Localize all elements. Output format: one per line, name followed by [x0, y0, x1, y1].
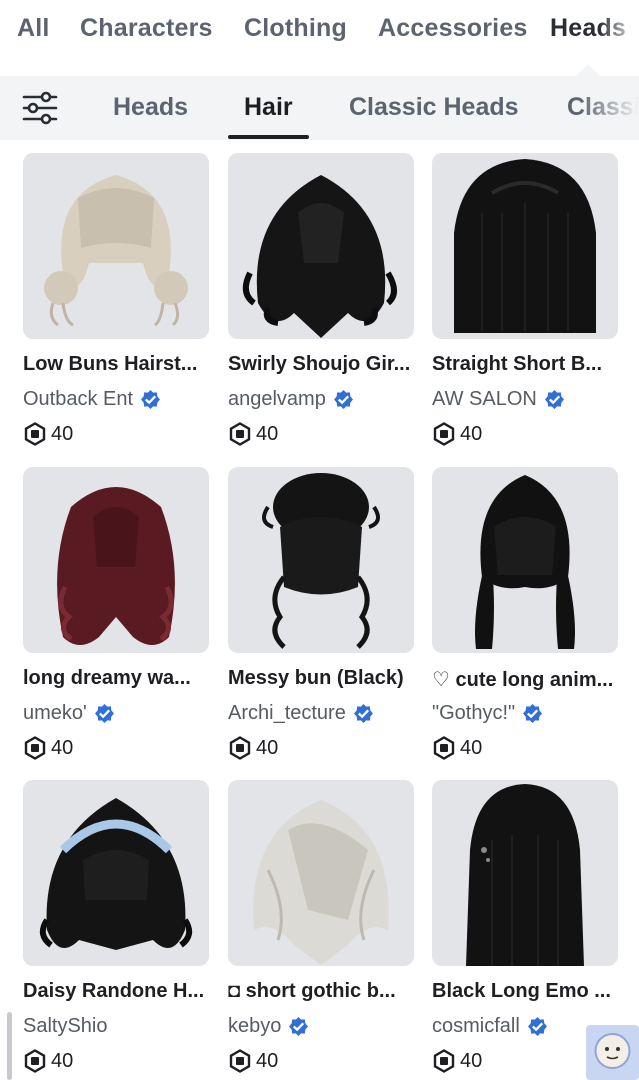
- tabs-fade: [599, 0, 639, 62]
- overlay-badge-icon: [586, 1025, 639, 1080]
- sliders-icon: [22, 91, 58, 125]
- item-thumbnail[interactable]: [228, 780, 414, 966]
- creator-name[interactable]: Outback Ent: [23, 388, 133, 411]
- robux-icon: [24, 736, 46, 760]
- creator-row: Archi_tecture: [228, 700, 374, 726]
- creator-name[interactable]: cosmicfall: [432, 1015, 520, 1038]
- item-thumbnail[interactable]: [23, 467, 209, 653]
- item-name[interactable]: ◘ short gothic b...: [228, 980, 420, 1003]
- creator-row: SaltyShio: [23, 1013, 108, 1039]
- item-price: 40: [256, 736, 279, 759]
- creator-row: "Gothyc!": [432, 700, 543, 726]
- price-row: 40: [228, 735, 278, 761]
- item-name[interactable]: Straight Short B...: [432, 353, 624, 376]
- verified-badge-icon: [141, 389, 161, 409]
- creator-name[interactable]: umeko': [23, 702, 87, 725]
- item-price: 40: [51, 1049, 74, 1072]
- tab-accessories[interactable]: Accessories: [378, 14, 528, 43]
- verified-badge-icon: [544, 389, 564, 409]
- tab-clothing[interactable]: Clothing: [244, 14, 347, 43]
- creator-row: Outback Ent: [23, 386, 161, 412]
- scrollbar-thumb[interactable]: [7, 1012, 12, 1080]
- item-price: 40: [460, 422, 483, 445]
- item-price: 40: [51, 736, 74, 759]
- item-price: 40: [51, 422, 74, 445]
- item-thumbnail[interactable]: [432, 467, 618, 653]
- subtab-heads[interactable]: Heads: [113, 93, 188, 122]
- hair-image: [242, 175, 397, 338]
- subcategory-tabs: Heads Hair Classic Heads Classic: [0, 76, 639, 140]
- robux-icon: [229, 1049, 251, 1073]
- robux-icon: [24, 1049, 46, 1073]
- creator-name[interactable]: angelvamp: [228, 388, 326, 411]
- price-row: 40: [432, 421, 482, 447]
- item-price: 40: [460, 1049, 483, 1072]
- robux-icon: [433, 1049, 455, 1073]
- subtabs-fade: [579, 76, 639, 140]
- robux-icon: [24, 422, 46, 446]
- item-price: 40: [460, 736, 483, 759]
- item-price: 40: [256, 422, 279, 445]
- item-price: 40: [256, 1049, 279, 1072]
- creator-row: umeko': [23, 700, 115, 726]
- robux-icon: [229, 736, 251, 760]
- item-thumbnail[interactable]: [228, 153, 414, 339]
- subtab-hair[interactable]: Hair: [244, 93, 293, 122]
- hair-image: [454, 159, 596, 333]
- filter-button[interactable]: [20, 90, 60, 126]
- hair-image: [466, 784, 584, 966]
- active-subtab-underline: [228, 135, 309, 139]
- price-row: 40: [228, 1048, 278, 1074]
- creator-name[interactable]: "Gothyc!": [432, 702, 515, 725]
- hair-image: [262, 473, 380, 649]
- verified-badge-icon: [527, 1016, 547, 1036]
- price-row: 40: [432, 735, 482, 761]
- robux-icon: [433, 422, 455, 446]
- item-name[interactable]: Swirly Shoujo Gir...: [228, 353, 420, 376]
- creator-row: kebyo: [228, 1013, 309, 1039]
- item-thumbnail[interactable]: [432, 780, 618, 966]
- robux-icon: [433, 736, 455, 760]
- creator-name[interactable]: AW SALON: [432, 388, 537, 411]
- price-row: 40: [23, 421, 73, 447]
- verified-badge-icon: [289, 1016, 309, 1036]
- creator-name[interactable]: SaltyShio: [23, 1015, 108, 1038]
- creator-name[interactable]: kebyo: [228, 1015, 281, 1038]
- price-row: 40: [228, 421, 278, 447]
- tab-characters[interactable]: Characters: [80, 14, 213, 43]
- price-row: 40: [23, 735, 73, 761]
- robux-icon: [229, 422, 251, 446]
- item-thumbnail[interactable]: [23, 780, 209, 966]
- price-row: 40: [432, 1048, 482, 1074]
- verified-badge-icon: [333, 389, 353, 409]
- active-tab-indicator: [576, 64, 600, 76]
- hair-image: [57, 487, 175, 645]
- hair-image: [253, 800, 389, 965]
- verified-badge-icon: [523, 703, 543, 723]
- tab-all[interactable]: All: [17, 14, 50, 43]
- hair-image: [475, 475, 575, 649]
- verified-badge-icon: [353, 703, 373, 723]
- verified-badge-icon: [94, 703, 114, 723]
- item-thumbnail[interactable]: [23, 153, 209, 339]
- creator-row: AW SALON: [432, 386, 565, 412]
- item-name[interactable]: long dreamy wa...: [23, 667, 215, 690]
- item-thumbnail[interactable]: [432, 153, 618, 339]
- price-row: 40: [23, 1048, 73, 1074]
- creator-row: cosmicfall: [432, 1013, 548, 1039]
- item-name[interactable]: Low Buns Hairst...: [23, 353, 215, 376]
- hair-image: [44, 175, 188, 327]
- creator-row: angelvamp: [228, 386, 354, 412]
- category-tabs: All Characters Clothing Accessories Head…: [0, 0, 639, 62]
- hair-image: [39, 798, 193, 950]
- item-thumbnail[interactable]: [228, 467, 414, 653]
- item-name[interactable]: Black Long Emo ...: [432, 980, 624, 1003]
- item-name[interactable]: ♡ cute long anim...: [432, 667, 624, 692]
- subtab-classic-heads[interactable]: Classic Heads: [349, 93, 519, 122]
- item-name[interactable]: Messy bun (Black): [228, 667, 420, 690]
- creator-name[interactable]: Archi_tecture: [228, 702, 346, 725]
- item-name[interactable]: Daisy Randone H...: [23, 980, 215, 1003]
